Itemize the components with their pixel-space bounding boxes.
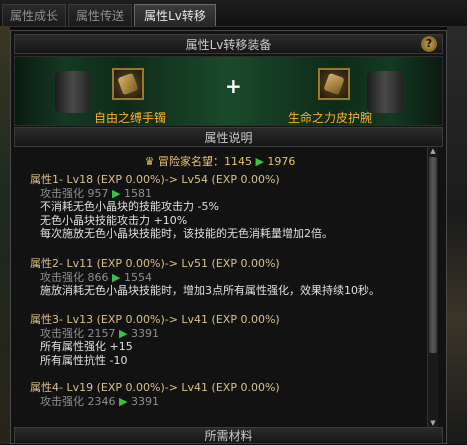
reputation-value: 1976	[267, 155, 296, 168]
tab-bar: 属性成长 属性传送 属性Lv转移	[0, 0, 467, 27]
arrow-icon: ▶	[112, 270, 121, 284]
attribute-title: 属性3- Lv13 (EXP 0.00%)-> Lv41 (EXP 0.00%)	[30, 313, 280, 326]
attribute-block: 属性2- Lv11 (EXP 0.00%)-> Lv51 (EXP 0.00%)…	[30, 257, 380, 298]
description-scrollbar[interactable]: ▲ ▼	[427, 147, 438, 427]
left-equipment-slot[interactable]	[112, 68, 144, 100]
equipment-header: 属性Lv转移装备	[14, 34, 443, 54]
plus-icon: +	[225, 74, 242, 98]
attribute-stat-target: 1554	[123, 270, 152, 284]
attribute-effect: 施放消耗无色小晶块技能时，增加3点所有属性强化，效果持续10秒。	[40, 284, 380, 297]
arrow-icon: ▶	[255, 155, 264, 168]
reputation-label: 冒险家名望：1145	[157, 155, 252, 168]
attribute-stat: 攻击强化 2346	[40, 394, 116, 408]
tab-attribute-growth[interactable]: 属性成长	[2, 4, 66, 26]
background-right	[447, 26, 467, 444]
attribute-stat: 攻击强化 957	[40, 186, 109, 200]
crown-icon: ♛	[144, 155, 155, 168]
attribute-block: 属性1- Lv18 (EXP 0.00%)-> Lv54 (EXP 0.00%)…	[30, 173, 333, 241]
attribute-effect: 所有属性强化 +15	[40, 340, 133, 353]
tab-attribute-lv-transfer[interactable]: 属性Lv转移	[134, 4, 216, 26]
arrow-icon: ▶	[119, 394, 128, 408]
left-item-name: 自由之缚手镯	[94, 111, 167, 125]
right-equipment-slot[interactable]	[318, 68, 350, 100]
left-emblem	[55, 71, 91, 113]
scroll-down-icon[interactable]: ▼	[429, 419, 437, 427]
tab-attribute-transfer[interactable]: 属性传送	[68, 4, 132, 26]
scrollbar-thumb[interactable]	[429, 157, 437, 353]
attribute-stat: 攻击强化 2157	[40, 326, 116, 340]
attribute-effect: 每次施放无色小晶块技能时，该技能的无色消耗量增加2倍。	[40, 227, 333, 240]
attribute-effect: 所有属性抗性 -10	[40, 353, 128, 367]
attribute-stat-target: 1581	[123, 186, 152, 200]
attribute-block: 属性4- Lv19 (EXP 0.00%)-> Lv41 (EXP 0.00%)…	[30, 381, 280, 408]
bracer-icon	[117, 72, 139, 96]
description-header: 属性说明	[14, 127, 443, 147]
scroll-up-icon[interactable]: ▲	[429, 147, 437, 155]
arrow-icon: ▶	[112, 186, 121, 200]
attribute-title: 属性1- Lv18 (EXP 0.00%)-> Lv54 (EXP 0.00%)	[30, 173, 280, 186]
attribute-title: 属性2- Lv11 (EXP 0.00%)-> Lv51 (EXP 0.00%)	[30, 257, 280, 270]
gauntlet-icon	[323, 72, 345, 96]
materials-header: 所需材料	[14, 427, 443, 444]
attribute-effect: 无色小晶块技能攻击力 +10%	[40, 213, 188, 227]
description-list: ♛ 冒险家名望：1145 ▶ 1976 属性1- Lv18 (EXP 0.00%…	[14, 147, 426, 427]
attribute-block: 属性3- Lv13 (EXP 0.00%)-> Lv41 (EXP 0.00%)…	[30, 313, 280, 367]
arrow-icon: ▶	[119, 326, 128, 340]
attribute-title: 属性4- Lv19 (EXP 0.00%)-> Lv41 (EXP 0.00%)	[30, 381, 280, 394]
attribute-stat-target: 3391	[130, 326, 159, 340]
right-item-name: 生命之力皮护腕	[288, 111, 373, 125]
right-emblem	[367, 71, 403, 113]
attribute-effect: 不消耗无色小晶块的技能攻击力 -5%	[40, 200, 219, 213]
background-left	[0, 26, 10, 444]
reputation-line: ♛ 冒险家名望：1145 ▶ 1976	[14, 153, 426, 169]
attribute-stat-target: 3391	[130, 394, 159, 408]
question-icon[interactable]: ?	[421, 36, 437, 52]
attribute-stat: 攻击强化 866	[40, 270, 109, 284]
